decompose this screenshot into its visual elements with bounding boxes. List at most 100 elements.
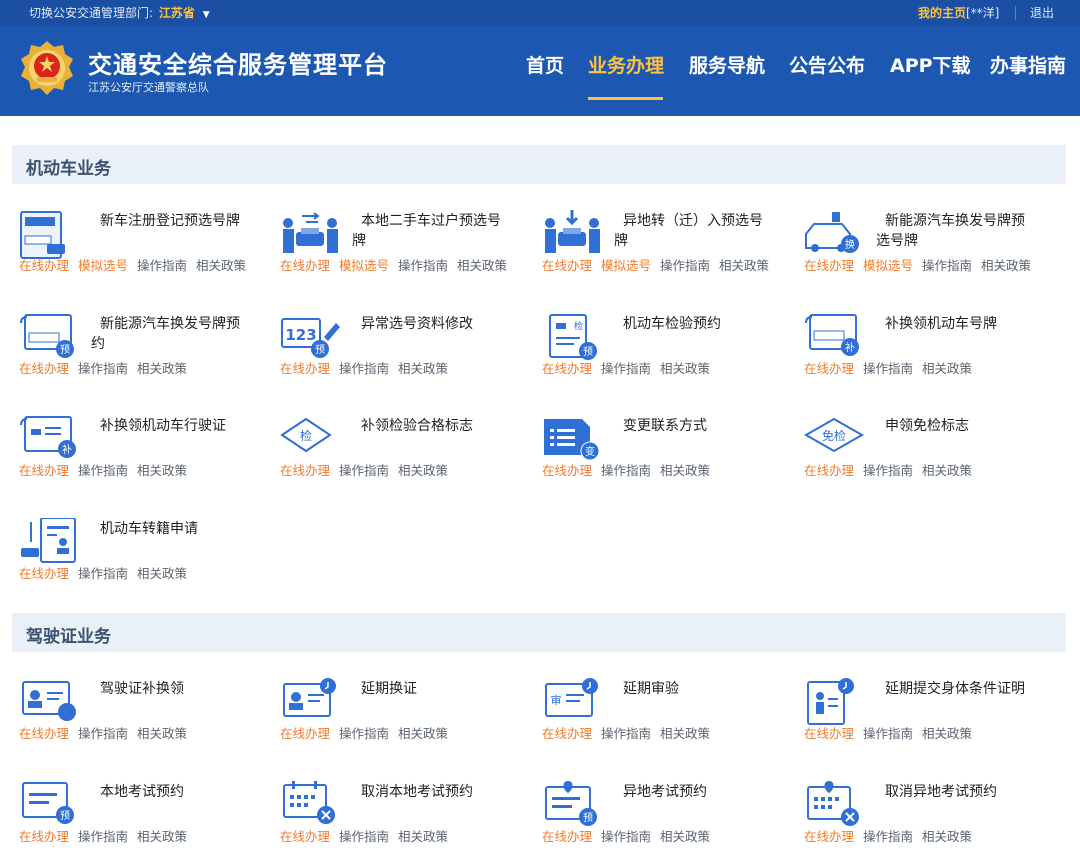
online-link[interactable]: 在线办理 xyxy=(804,829,854,844)
guide-link[interactable]: 操作指南 xyxy=(601,726,651,741)
service-name[interactable]: 异地转（迁）入预选号牌 xyxy=(614,211,774,251)
online-link[interactable]: 在线办理 xyxy=(280,463,330,478)
policy-link[interactable]: 相关政策 xyxy=(922,726,972,741)
policy-link[interactable]: 相关政策 xyxy=(981,258,1031,273)
online-link[interactable]: 在线办理 xyxy=(19,258,69,273)
department-value[interactable]: 江苏省 xyxy=(159,6,195,20)
guide-link[interactable]: 操作指南 xyxy=(863,361,913,376)
online-link[interactable]: 在线办理 xyxy=(19,829,69,844)
guide-link[interactable]: 操作指南 xyxy=(339,726,389,741)
logout-link[interactable]: 退出 xyxy=(1030,6,1054,20)
policy-link[interactable]: 相关政策 xyxy=(137,829,187,844)
policy-link[interactable]: 相关政策 xyxy=(922,361,972,376)
policy-link[interactable]: 相关政策 xyxy=(137,361,187,376)
policy-link[interactable]: 相关政策 xyxy=(398,829,448,844)
service-name[interactable]: 补领检验合格标志 xyxy=(352,416,512,436)
guide-link[interactable]: 操作指南 xyxy=(601,361,651,376)
online-link[interactable]: 在线办理 xyxy=(804,726,854,741)
nav-procedure-guide[interactable]: 办事指南 xyxy=(990,51,1066,78)
guide-link[interactable]: 操作指南 xyxy=(78,726,128,741)
guide-link[interactable]: 操作指南 xyxy=(601,463,651,478)
nav-home[interactable]: 首页 xyxy=(526,51,564,78)
service-name[interactable]: 机动车检验预约 xyxy=(614,314,774,334)
guide-link[interactable]: 操作指南 xyxy=(660,258,710,273)
service-name[interactable]: 延期换证 xyxy=(352,679,512,699)
guide-link[interactable]: 操作指南 xyxy=(863,463,913,478)
service-name[interactable]: 新能源汽车换发号牌预约 xyxy=(91,314,251,354)
guide-link[interactable]: 操作指南 xyxy=(78,829,128,844)
online-link[interactable]: 在线办理 xyxy=(804,258,854,273)
mock-select-link[interactable]: 模拟选号 xyxy=(339,258,389,273)
policy-link[interactable]: 相关政策 xyxy=(196,258,246,273)
guide-link[interactable]: 操作指南 xyxy=(863,829,913,844)
department-label: 切换公安交通管理部门: xyxy=(29,6,154,20)
my-home-link[interactable]: 我的主页 xyxy=(918,6,966,20)
service-name[interactable]: 新能源汽车换发号牌预选号牌 xyxy=(876,211,1036,251)
online-link[interactable]: 在线办理 xyxy=(280,361,330,376)
guide-link[interactable]: 操作指南 xyxy=(922,258,972,273)
online-link[interactable]: 在线办理 xyxy=(542,258,592,273)
policy-link[interactable]: 相关政策 xyxy=(137,726,187,741)
nav-business[interactable]: 业务办理 xyxy=(588,51,664,78)
policy-link[interactable]: 相关政策 xyxy=(137,566,187,581)
online-link[interactable]: 在线办理 xyxy=(280,726,330,741)
policy-link[interactable]: 相关政策 xyxy=(457,258,507,273)
guide-link[interactable]: 操作指南 xyxy=(339,463,389,478)
policy-link[interactable]: 相关政策 xyxy=(398,361,448,376)
service-name[interactable]: 延期提交身体条件证明 xyxy=(876,679,1036,699)
online-link[interactable]: 在线办理 xyxy=(804,463,854,478)
online-link[interactable]: 在线办理 xyxy=(542,361,592,376)
mock-select-link[interactable]: 模拟选号 xyxy=(601,258,651,273)
guide-link[interactable]: 操作指南 xyxy=(78,361,128,376)
service-name[interactable]: 补换领机动车号牌 xyxy=(876,314,1036,334)
nav-service-guide[interactable]: 服务导航 xyxy=(689,51,765,78)
guide-link[interactable]: 操作指南 xyxy=(78,566,128,581)
service-name[interactable]: 新车注册登记预选号牌 xyxy=(91,211,251,231)
online-link[interactable]: 在线办理 xyxy=(19,463,69,478)
guide-link[interactable]: 操作指南 xyxy=(601,829,651,844)
online-link[interactable]: 在线办理 xyxy=(19,726,69,741)
online-link[interactable]: 在线办理 xyxy=(542,726,592,741)
policy-link[interactable]: 相关政策 xyxy=(660,829,710,844)
policy-link[interactable]: 相关政策 xyxy=(922,829,972,844)
department-switcher[interactable]: 切换公安交通管理部门: 江苏省 ▼ xyxy=(29,4,210,21)
guide-link[interactable]: 操作指南 xyxy=(863,726,913,741)
online-link[interactable]: 在线办理 xyxy=(280,829,330,844)
guide-link[interactable]: 操作指南 xyxy=(339,361,389,376)
policy-link[interactable]: 相关政策 xyxy=(922,463,972,478)
mock-select-link[interactable]: 模拟选号 xyxy=(78,258,128,273)
guide-link[interactable]: 操作指南 xyxy=(339,829,389,844)
policy-link[interactable]: 相关政策 xyxy=(398,463,448,478)
nav-announcements[interactable]: 公告公布 xyxy=(789,51,865,78)
online-link[interactable]: 在线办理 xyxy=(19,566,69,581)
service-name[interactable]: 延期审验 xyxy=(614,679,774,699)
service-name[interactable]: 申领免检标志 xyxy=(876,416,1036,436)
service-name[interactable]: 补换领机动车行驶证 xyxy=(91,416,251,436)
guide-link[interactable]: 操作指南 xyxy=(78,463,128,478)
guide-link[interactable]: 操作指南 xyxy=(137,258,187,273)
service-name[interactable]: 取消异地考试预约 xyxy=(876,782,1036,802)
nav-app-download[interactable]: APP下载 xyxy=(890,51,971,78)
policy-link[interactable]: 相关政策 xyxy=(719,258,769,273)
policy-link[interactable]: 相关政策 xyxy=(398,726,448,741)
policy-link[interactable]: 相关政策 xyxy=(137,463,187,478)
service-name[interactable]: 变更联系方式 xyxy=(614,416,774,436)
mock-select-link[interactable]: 模拟选号 xyxy=(863,258,913,273)
service-name[interactable]: 驾驶证补换领 xyxy=(91,679,251,699)
caret-down-icon[interactable]: ▼ xyxy=(203,10,210,20)
service-name[interactable]: 本地二手车过户预选号牌 xyxy=(352,211,512,251)
service-name[interactable]: 机动车转籍申请 xyxy=(91,519,251,539)
service-name[interactable]: 异地考试预约 xyxy=(614,782,774,802)
guide-link[interactable]: 操作指南 xyxy=(398,258,448,273)
online-link[interactable]: 在线办理 xyxy=(19,361,69,376)
service-name[interactable]: 取消本地考试预约 xyxy=(352,782,512,802)
online-link[interactable]: 在线办理 xyxy=(542,829,592,844)
policy-link[interactable]: 相关政策 xyxy=(660,463,710,478)
online-link[interactable]: 在线办理 xyxy=(280,258,330,273)
policy-link[interactable]: 相关政策 xyxy=(660,726,710,741)
online-link[interactable]: 在线办理 xyxy=(804,361,854,376)
service-name[interactable]: 本地考试预约 xyxy=(91,782,251,802)
online-link[interactable]: 在线办理 xyxy=(542,463,592,478)
policy-link[interactable]: 相关政策 xyxy=(660,361,710,376)
service-name[interactable]: 异常选号资料修改 xyxy=(352,314,512,334)
